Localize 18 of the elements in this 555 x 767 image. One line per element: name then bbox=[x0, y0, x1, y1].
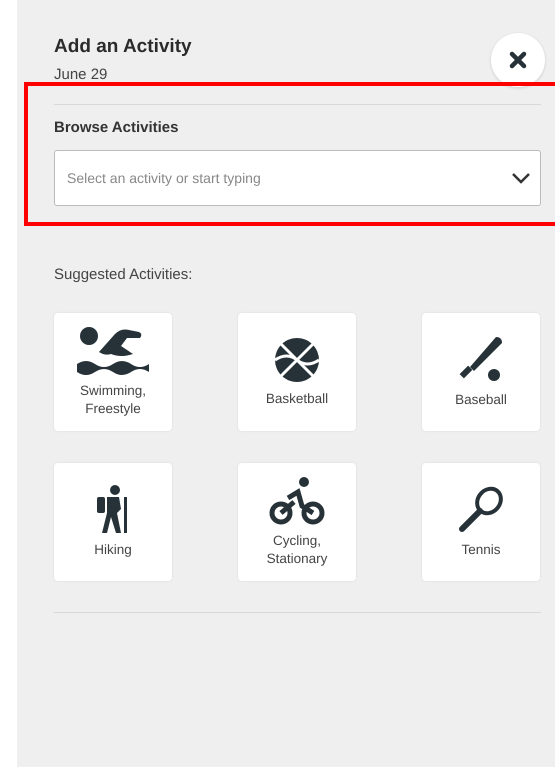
activity-tile[interactable]: Basketball bbox=[238, 313, 356, 431]
panel-title: Add an Activity bbox=[54, 36, 192, 58]
tennis-racket-icon bbox=[456, 484, 506, 535]
swimmer-icon bbox=[77, 326, 149, 376]
close-button[interactable] bbox=[491, 33, 545, 87]
activity-tile[interactable]: Baseball bbox=[422, 313, 540, 431]
activity-tile[interactable]: Swimming, Freestyle bbox=[54, 313, 172, 431]
activity-select[interactable]: Select an activity or start typing bbox=[54, 150, 541, 206]
cyclist-icon bbox=[268, 476, 326, 526]
date-label: June 29 bbox=[54, 66, 108, 83]
basketball-icon bbox=[273, 336, 321, 384]
activity-tile[interactable]: Tennis bbox=[422, 463, 540, 581]
activity-tile[interactable]: Hiking bbox=[54, 463, 172, 581]
activity-tile[interactable]: Cycling, Stationary bbox=[238, 463, 356, 581]
close-icon bbox=[509, 51, 527, 69]
chevron-down-icon bbox=[511, 172, 531, 184]
suggested-heading: Suggested Activities: bbox=[54, 266, 194, 283]
browse-label: Browse Activities bbox=[54, 119, 180, 136]
